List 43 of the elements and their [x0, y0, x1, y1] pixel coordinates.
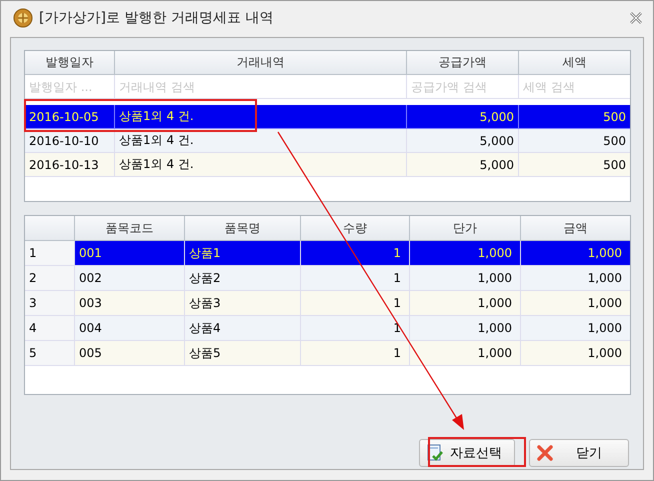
- close-icon[interactable]: [629, 12, 643, 24]
- table-cell: 4: [25, 316, 75, 341]
- column-header[interactable]: 수량: [301, 216, 410, 241]
- item-row[interactable]: 3 003 상품3 1 1,000 1,000: [25, 291, 630, 316]
- table-cell: 005: [75, 341, 185, 366]
- close-button[interactable]: 닫기: [529, 439, 629, 467]
- item-row[interactable]: 2 002 상품2 1 1,000 1,000: [25, 266, 630, 291]
- table-cell: 1: [25, 241, 75, 266]
- table-cell: 1: [301, 241, 410, 266]
- column-header[interactable]: 품목코드: [75, 216, 185, 241]
- item-row[interactable]: 4 004 상품4 1 1,000 1,000: [25, 316, 630, 341]
- table-cell: 001: [75, 241, 185, 266]
- column-header[interactable]: 금액: [521, 216, 630, 241]
- table-cell: 1,000: [410, 341, 521, 366]
- table-cell: 1,000: [521, 241, 630, 266]
- item-row[interactable]: 1 001 상품1 1 1,000 1,000: [25, 241, 630, 266]
- corner-header: [25, 216, 75, 241]
- item-row[interactable]: 5 005 상품5 1 1,000 1,000: [25, 341, 630, 366]
- table-cell: 1,000: [521, 341, 630, 366]
- column-header[interactable]: 품목명: [185, 216, 301, 241]
- invoice-row[interactable]: 2016-10-10 상품1외 4 건. 5,000 500: [25, 129, 630, 153]
- column-header[interactable]: 단가: [410, 216, 521, 241]
- close-icon: [536, 444, 554, 462]
- table-cell: 5,000: [407, 153, 519, 177]
- column-header[interactable]: 공급가액: [407, 51, 519, 75]
- invoice-row[interactable]: 2016-10-05 상품1외 4 건. 5,000 500: [25, 105, 630, 129]
- table-cell: 5: [25, 341, 75, 366]
- table-cell: 3: [25, 291, 75, 316]
- invoice-row[interactable]: 2016-10-13 상품1외 4 건. 5,000 500: [25, 153, 630, 177]
- table-cell: 상품1외 4 건.: [115, 153, 407, 177]
- column-header[interactable]: 발행일자: [25, 51, 115, 75]
- table-cell: 1: [301, 341, 410, 366]
- table-cell: 상품1: [185, 241, 301, 266]
- table-cell: 2: [25, 266, 75, 291]
- column-header[interactable]: 세액: [519, 51, 630, 75]
- table-cell: 상품5: [185, 341, 301, 366]
- window-title: [가가상가]로 발행한 거래명세표 내역: [39, 9, 274, 27]
- coin-icon: [13, 8, 33, 28]
- table-cell: 2016-10-13: [25, 153, 115, 177]
- select-button[interactable]: 자료선택: [419, 439, 515, 467]
- table-cell: 500: [519, 153, 630, 177]
- column-header[interactable]: 거래내역: [115, 51, 407, 75]
- table-cell: 1,000: [410, 241, 521, 266]
